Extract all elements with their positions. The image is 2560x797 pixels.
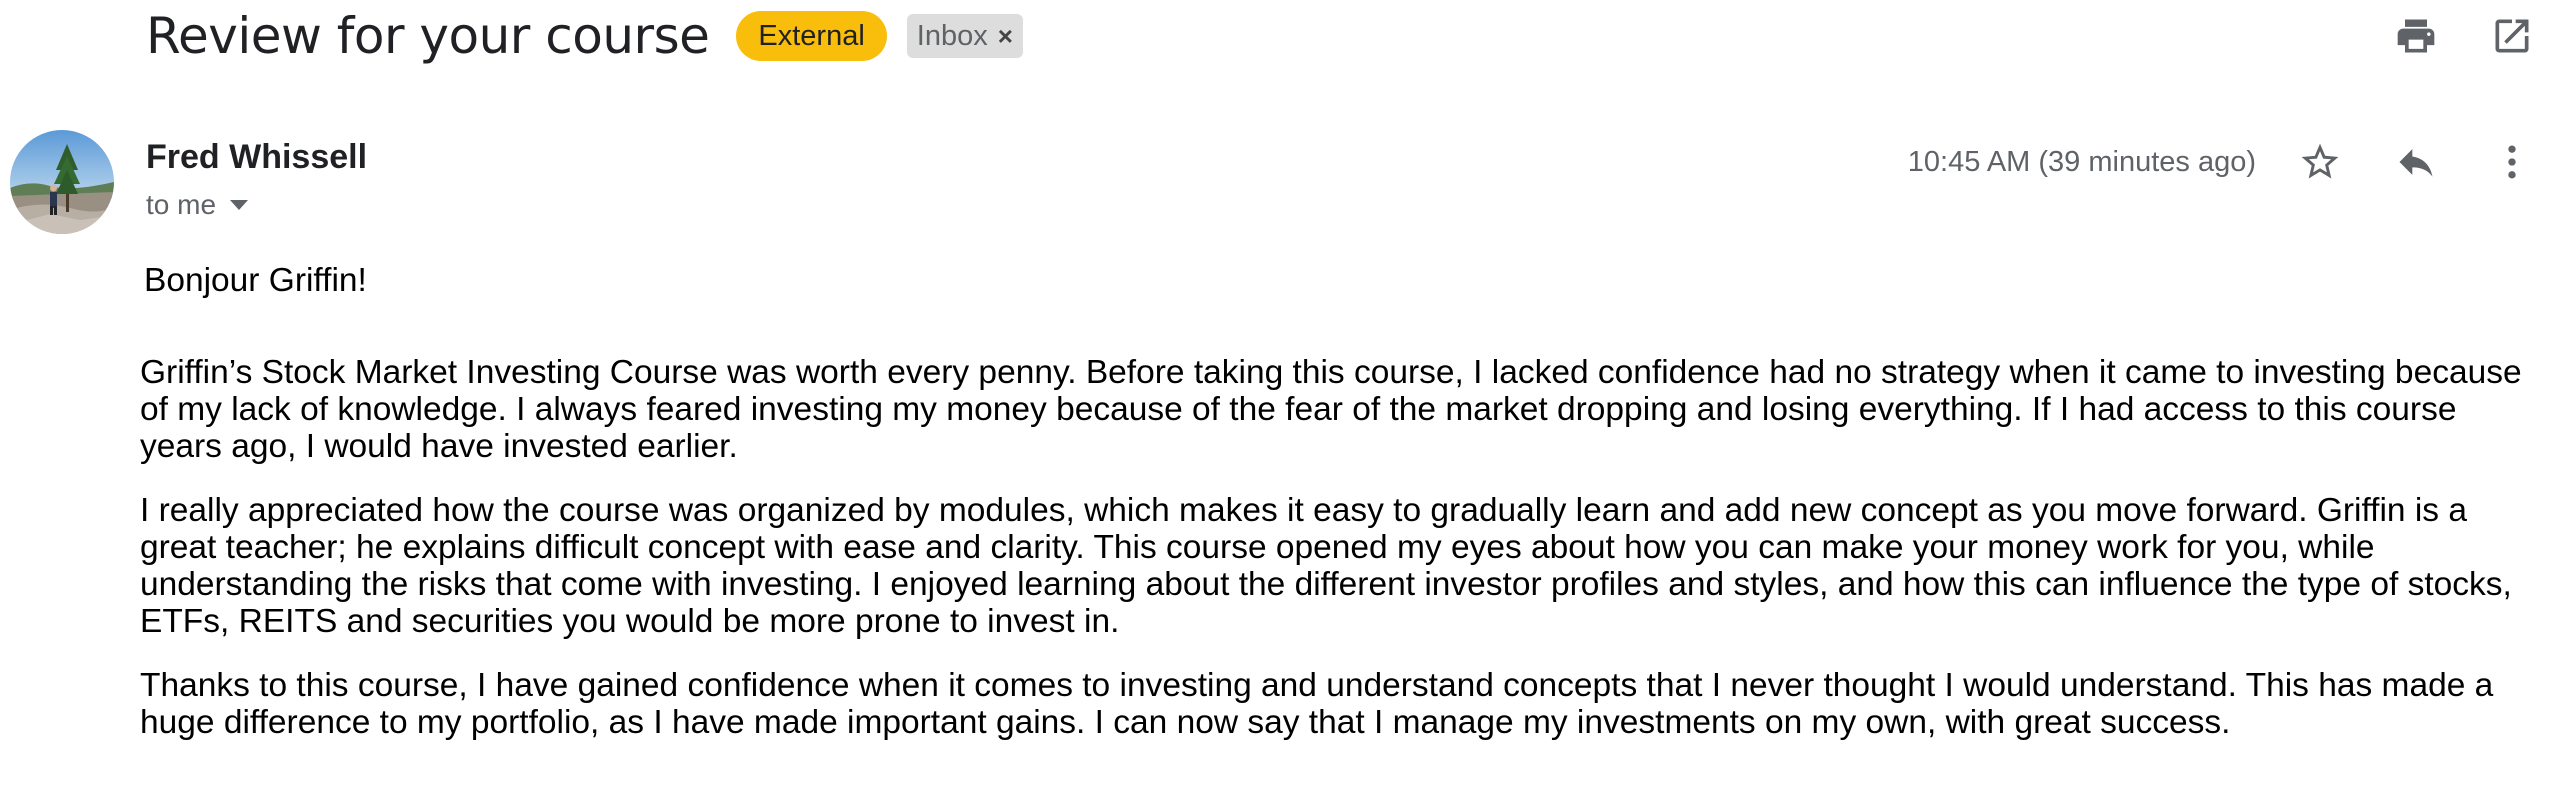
remove-label-icon[interactable]: × <box>998 21 1013 52</box>
subject-row: Review for your course External Inbox × <box>146 0 1023 72</box>
sender-name[interactable]: Fred Whissell <box>146 138 367 177</box>
print-button[interactable] <box>2368 0 2464 72</box>
body-paragraph-1: Griffin’s Stock Market Investing Course … <box>140 354 2522 465</box>
inbox-label-chip[interactable]: Inbox × <box>906 14 1023 58</box>
print-icon <box>2397 19 2435 53</box>
body-paragraph-2: I really appreciated how the course was … <box>140 492 2512 640</box>
message-timestamp: 10:45 AM (39 minutes ago) <box>1907 145 2256 178</box>
open-in-new-window-button[interactable] <box>2464 0 2560 72</box>
sender-avatar[interactable] <box>10 130 114 234</box>
reply-button[interactable] <box>2368 131 2464 193</box>
avatar-photo <box>10 130 114 234</box>
email-subject: Review for your course <box>146 7 710 65</box>
external-label-text: External <box>758 19 865 52</box>
recipient-details-toggle[interactable]: to me <box>146 189 367 221</box>
message-body: Bonjour Griffin! Griffin’s Stock Market … <box>140 262 2530 741</box>
open-in-new-window-icon <box>2495 19 2529 53</box>
more-options-button[interactable] <box>2464 131 2560 193</box>
caret-down-icon <box>230 200 249 210</box>
reply-icon <box>2399 149 2433 177</box>
recipient-text: to me <box>146 189 217 220</box>
greeting: Bonjour Griffin! <box>144 262 367 299</box>
inbox-label-text: Inbox <box>916 19 988 52</box>
thread-actions <box>2368 0 2560 72</box>
external-label-badge: External <box>736 11 887 61</box>
star-icon <box>2301 143 2339 179</box>
more-vertical-icon <box>2508 145 2516 179</box>
star-button[interactable] <box>2272 131 2368 193</box>
body-paragraph-3: Thanks to this course, I have gained con… <box>140 667 2494 741</box>
message-actions: 10:45 AM (39 minutes ago) <box>1908 131 2560 193</box>
sender-block: Fred Whissell to me <box>146 138 367 221</box>
email-view: Review for your course External Inbox × <box>0 0 2560 797</box>
